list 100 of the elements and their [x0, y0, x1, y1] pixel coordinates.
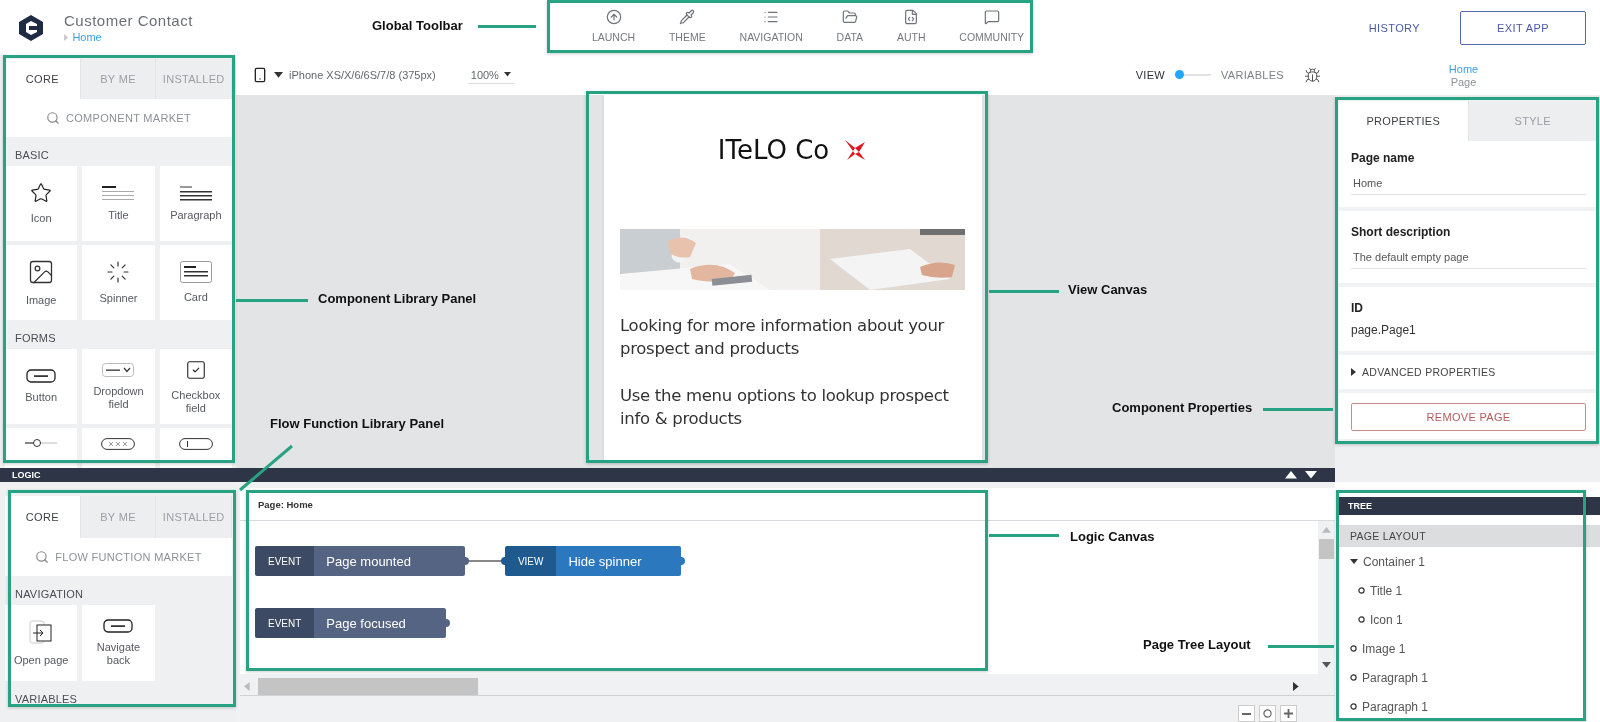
component-tile[interactable]: Checkbox field — [159, 349, 232, 424]
node-label: Hide spinner — [556, 546, 682, 576]
toolbar-button[interactable]: COMMUNITY — [942, 7, 1041, 54]
app-logo — [18, 13, 44, 42]
phone-icon[interactable] — [252, 67, 268, 83]
callout-label: Global Toolbar — [372, 18, 463, 33]
leader-line — [989, 534, 1059, 537]
horizontal-scrollbar[interactable] — [240, 678, 1335, 696]
tree-item[interactable]: Image 1 — [1338, 634, 1600, 663]
callout-label: Page Tree Layout — [1143, 637, 1251, 652]
component-tile[interactable]: Paragraph — [159, 166, 232, 241]
flow-node[interactable]: EVENT Page mounted — [255, 546, 465, 576]
circle-icon — [1263, 709, 1272, 718]
tree-header: TREE — [1338, 497, 1600, 515]
history-link[interactable]: HISTORY — [1368, 21, 1420, 34]
zoom-out-button[interactable] — [1238, 705, 1255, 722]
toolbar-button[interactable]: LAUNCH — [575, 7, 653, 54]
bullet-icon — [1358, 587, 1365, 594]
preview-title: ITeLO Co — [717, 135, 830, 165]
minus-icon — [1242, 712, 1251, 715]
scroll-up-icon — [1322, 527, 1331, 533]
expand-up-icon[interactable] — [1285, 471, 1297, 479]
scroll-thumb[interactable] — [1319, 538, 1334, 559]
selected-type: Page — [1450, 75, 1477, 88]
toolbar-button[interactable]: AUTH — [879, 7, 943, 54]
component-tile[interactable]: Title — [82, 166, 155, 241]
button-shape-icon — [103, 619, 134, 634]
callout-label: View Canvas — [1068, 282, 1148, 297]
mode-label[interactable]: VARIABLES — [1220, 69, 1284, 81]
bug-icon[interactable] — [1304, 66, 1321, 84]
component-tile[interactable]: Navigate back — [82, 605, 155, 681]
down-arrow-icon — [1305, 471, 1317, 479]
chip-icon — [101, 438, 136, 450]
field-label: Page name — [1351, 151, 1416, 165]
dropdown-icon — [102, 362, 135, 377]
tab[interactable]: CORE — [5, 59, 81, 99]
component-tile[interactable]: Icon — [5, 166, 78, 241]
vertical-scrollbar[interactable] — [1318, 521, 1335, 674]
section-title: FORMS — [14, 331, 57, 346]
app-title: Customer Contact — [64, 12, 193, 29]
callout-label: Logic Canvas — [1070, 529, 1155, 544]
caret-icon — [503, 72, 511, 77]
zoom-in-button[interactable] — [1280, 705, 1297, 722]
component-tile[interactable]: Spinner — [82, 245, 155, 320]
slider-icon — [25, 438, 58, 448]
leader-line — [238, 444, 294, 492]
tree-item[interactable]: Paragraph 1 — [1338, 663, 1600, 692]
leader-line — [989, 290, 1059, 293]
toolbar-button[interactable]: THEME — [652, 7, 723, 54]
section-title: BASIC — [14, 148, 50, 163]
scroll-down-icon — [1322, 662, 1331, 668]
button-shape-icon — [26, 369, 57, 384]
toolbar-button[interactable]: DATA — [819, 7, 880, 54]
component-tile[interactable]: Open page — [5, 605, 78, 681]
collapse-down-icon[interactable] — [1305, 471, 1317, 479]
checkbox-icon — [184, 358, 207, 381]
leader-line — [236, 299, 308, 302]
flow-node[interactable]: VIEW Hide spinner — [504, 546, 682, 576]
leader-line — [478, 25, 536, 28]
switch-knob[interactable] — [1174, 70, 1184, 79]
bullet-icon — [1358, 616, 1365, 623]
scroll-right-icon — [1293, 682, 1299, 691]
component-tile[interactable]: Card — [159, 245, 232, 320]
device-selector[interactable]: iPhone XS/X/6/6S/7/8 (375px) — [289, 69, 436, 81]
search-icon — [35, 550, 50, 564]
remove-page-button[interactable]: REMOVE PAGE — [1351, 403, 1586, 431]
tree-item[interactable]: Paragraph 1 — [1338, 692, 1600, 721]
logic-page-title: Page: Home — [258, 498, 313, 510]
pipette-icon — [679, 9, 696, 25]
tree-item[interactable]: Title 1 — [1338, 576, 1600, 605]
card-icon — [179, 261, 212, 284]
tree-item[interactable]: Container 1 — [1338, 547, 1600, 576]
section-title: NAVIGATION — [14, 587, 85, 602]
paragraph-lines-icon — [179, 185, 212, 202]
node-label: Page mounted — [314, 546, 465, 576]
input-field-icon — [178, 438, 213, 450]
field-label: ID — [1351, 301, 1364, 315]
component-tile[interactable]: Dropdown field — [82, 349, 155, 424]
component-tile[interactable]: Button — [5, 349, 78, 424]
field-label: Short description — [1351, 225, 1452, 239]
list-icon — [763, 9, 780, 25]
mode-label[interactable]: VIEW — [1135, 69, 1165, 81]
logic-bar: LOGIC — [0, 468, 1335, 482]
selected-name: Home — [1448, 62, 1479, 75]
component-tile[interactable]: Image — [5, 245, 78, 320]
flow-node[interactable]: EVENT Page focused — [255, 608, 446, 638]
toolbar-button[interactable]: NAVIGATION — [722, 7, 820, 54]
exit-app-button[interactable]: EXIT APP — [1460, 10, 1586, 45]
tree-item[interactable]: Icon 1 — [1338, 605, 1600, 634]
zoom-selector[interactable]: 100% — [467, 66, 514, 84]
callout-label: Component Library Panel — [318, 291, 477, 306]
chat-icon — [983, 9, 1000, 25]
callout-label: Flow Function Library Panel — [270, 416, 445, 431]
preview-paragraph: Looking for more information about your prospect and products — [620, 315, 946, 360]
node-label: Page focused — [314, 608, 446, 638]
zoom-reset-button[interactable] — [1259, 705, 1276, 722]
tab[interactable]: CORE — [5, 496, 81, 538]
folder-icon — [841, 9, 858, 25]
scroll-thumb[interactable] — [257, 678, 478, 695]
breadcrumb-caret-icon — [64, 33, 69, 41]
